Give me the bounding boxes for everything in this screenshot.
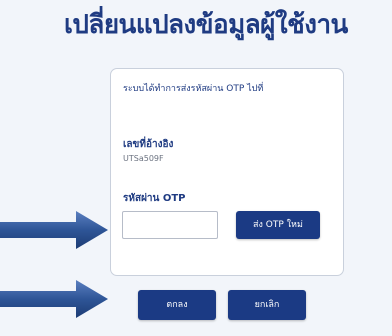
otp-input[interactable]	[122, 211, 218, 239]
reference-number-value: UTSa509F	[123, 154, 164, 163]
confirm-button[interactable]: ตกลง	[138, 290, 216, 320]
right-arrow-icon	[0, 211, 108, 249]
cancel-button[interactable]: ยกเลิก	[228, 290, 306, 320]
right-arrow-icon	[0, 280, 108, 318]
resend-otp-button[interactable]: ส่ง OTP ใหม่	[236, 211, 320, 239]
otp-sent-notice: ระบบได้ทำการส่งรหัสผ่าน OTP ไปที่	[123, 84, 264, 94]
reference-number-label: เลขที่อ้างอิง	[123, 139, 174, 150]
otp-card: ระบบได้ทำการส่งรหัสผ่าน OTP ไปที่ เลขที่…	[110, 68, 344, 276]
otp-field-label: รหัสผ่าน OTP	[123, 193, 186, 204]
page-title: เปลี่ยนแปลงข้อมูลผู้ใช้งาน	[64, 10, 348, 40]
